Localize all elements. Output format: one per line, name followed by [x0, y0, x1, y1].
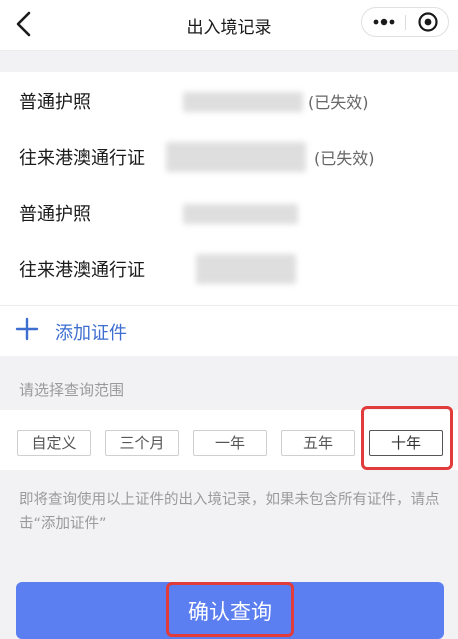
close-button[interactable]	[410, 8, 446, 36]
more-button[interactable]	[366, 8, 402, 36]
capsule-divider	[405, 15, 406, 30]
redacted-document-number	[183, 92, 303, 112]
add-document-label: 添加证件	[55, 323, 127, 344]
document-list: 普通护照 (已失效) 往来港澳通行证 (已失效) 普通护照 往来港澳通行证 添加…	[0, 72, 458, 356]
document-status: (已失效)	[314, 149, 375, 168]
query-note: 即将查询使用以上证件的出入境记录，如果未包含所有证件，请点击“添加证件”	[19, 492, 440, 532]
document-name: 往来港澳通行证	[19, 260, 145, 281]
range-section-label: 请选择查询范围	[19, 381, 125, 399]
document-name: 普通护照	[19, 92, 91, 113]
document-row[interactable]: 往来港澳通行证 (已失效)	[0, 130, 458, 186]
document-row[interactable]: 普通护照	[0, 186, 458, 242]
add-document-button[interactable]: 添加证件	[0, 305, 458, 354]
document-row[interactable]: 普通护照 (已失效)	[0, 74, 458, 130]
range-option-three-months[interactable]: 三个月	[105, 430, 179, 456]
range-option-custom[interactable]: 自定义	[17, 430, 91, 456]
redacted-document-number	[196, 254, 296, 284]
document-status: (已失效)	[308, 93, 369, 112]
target-close-icon	[418, 12, 438, 32]
redacted-document-number	[183, 204, 298, 224]
document-name: 往来港澳通行证	[19, 148, 145, 169]
mini-program-capsule	[361, 7, 449, 37]
navigation-bar: 出入境记录	[0, 0, 458, 51]
highlight-annotation	[166, 582, 294, 637]
range-option-one-year[interactable]: 一年	[193, 430, 267, 456]
plus-icon	[15, 317, 39, 341]
more-dots-icon	[373, 18, 395, 26]
document-row[interactable]: 往来港澳通行证	[0, 242, 458, 298]
document-name: 普通护照	[19, 204, 91, 225]
highlight-annotation	[361, 406, 453, 470]
redacted-document-number	[166, 142, 306, 172]
range-option-five-years[interactable]: 五年	[281, 430, 355, 456]
